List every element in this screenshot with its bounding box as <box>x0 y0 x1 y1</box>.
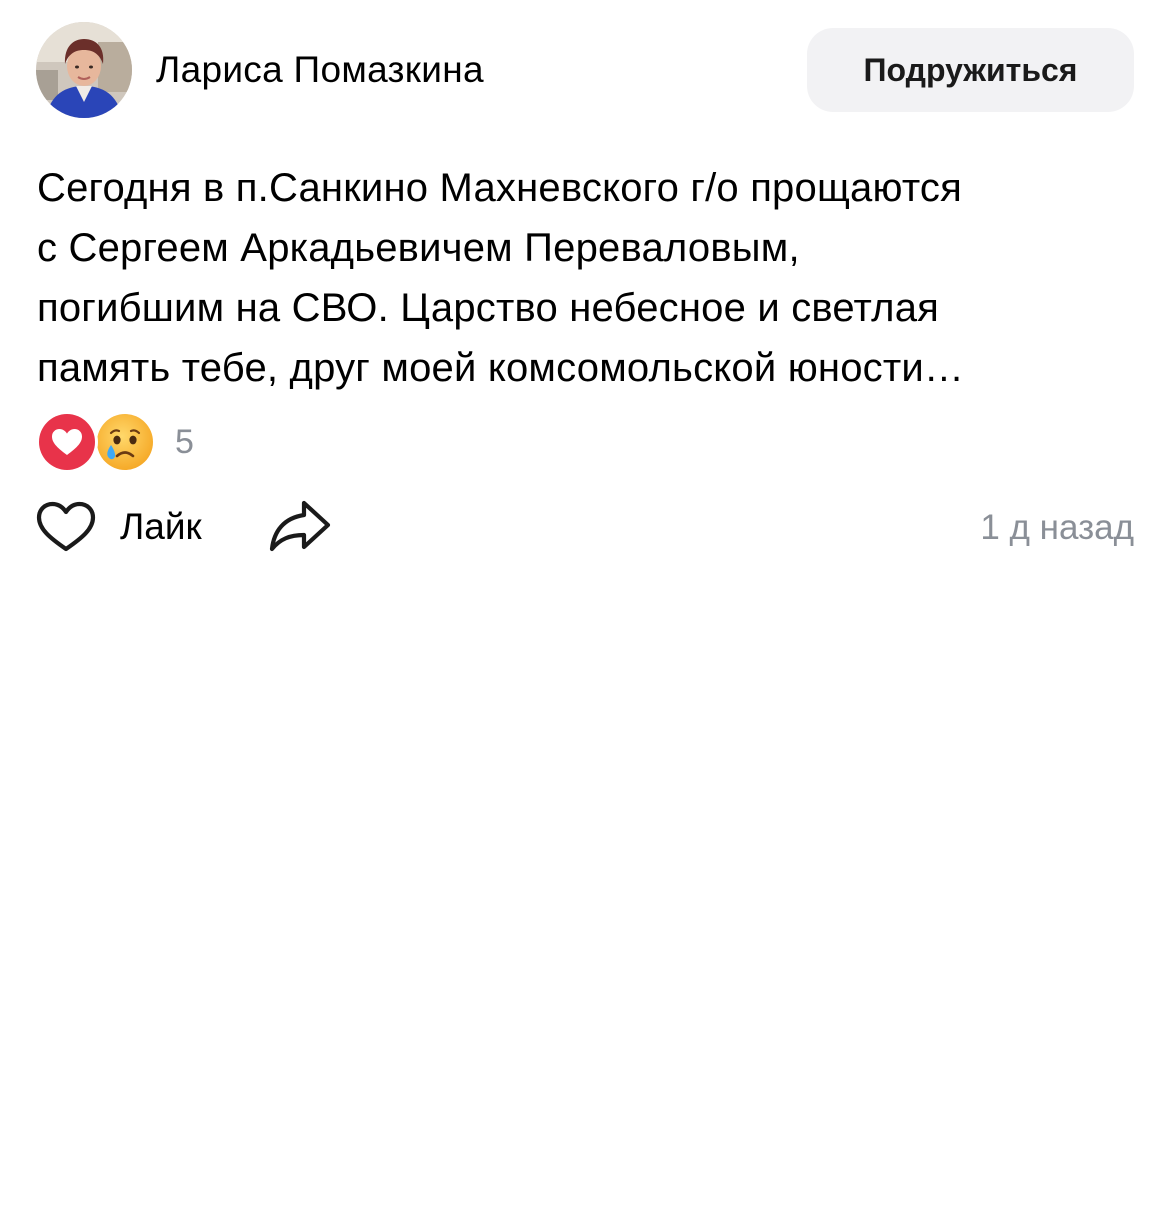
befriend-button[interactable]: Подружиться <box>807 28 1134 112</box>
post-text: Сегодня в п.Санкино Махневского г/о прощ… <box>37 166 965 390</box>
reaction-count: 5 <box>175 423 194 461</box>
like-button[interactable]: Лайк <box>36 497 226 557</box>
share-button[interactable] <box>268 499 332 555</box>
author-name[interactable]: Лариса Помазкина <box>156 49 484 91</box>
heart-reaction-icon <box>36 411 98 473</box>
author-avatar[interactable] <box>36 22 132 118</box>
post-card: Лариса Помазкина Подружиться Сегодня в п… <box>0 0 1170 1215</box>
heart-outline-icon <box>36 501 96 552</box>
post-header: Лариса Помазкина Подружиться <box>36 22 1134 118</box>
like-label: Лайк <box>120 506 202 547</box>
avatar-photo <box>36 22 132 118</box>
post-timestamp: 1 д назад <box>980 508 1134 547</box>
crying-face-reaction-icon <box>94 411 156 473</box>
reactions-summary[interactable]: 5 <box>36 411 236 473</box>
post-actions: Лайк 1 д назад <box>36 497 1134 557</box>
share-arrow-icon <box>269 500 331 552</box>
